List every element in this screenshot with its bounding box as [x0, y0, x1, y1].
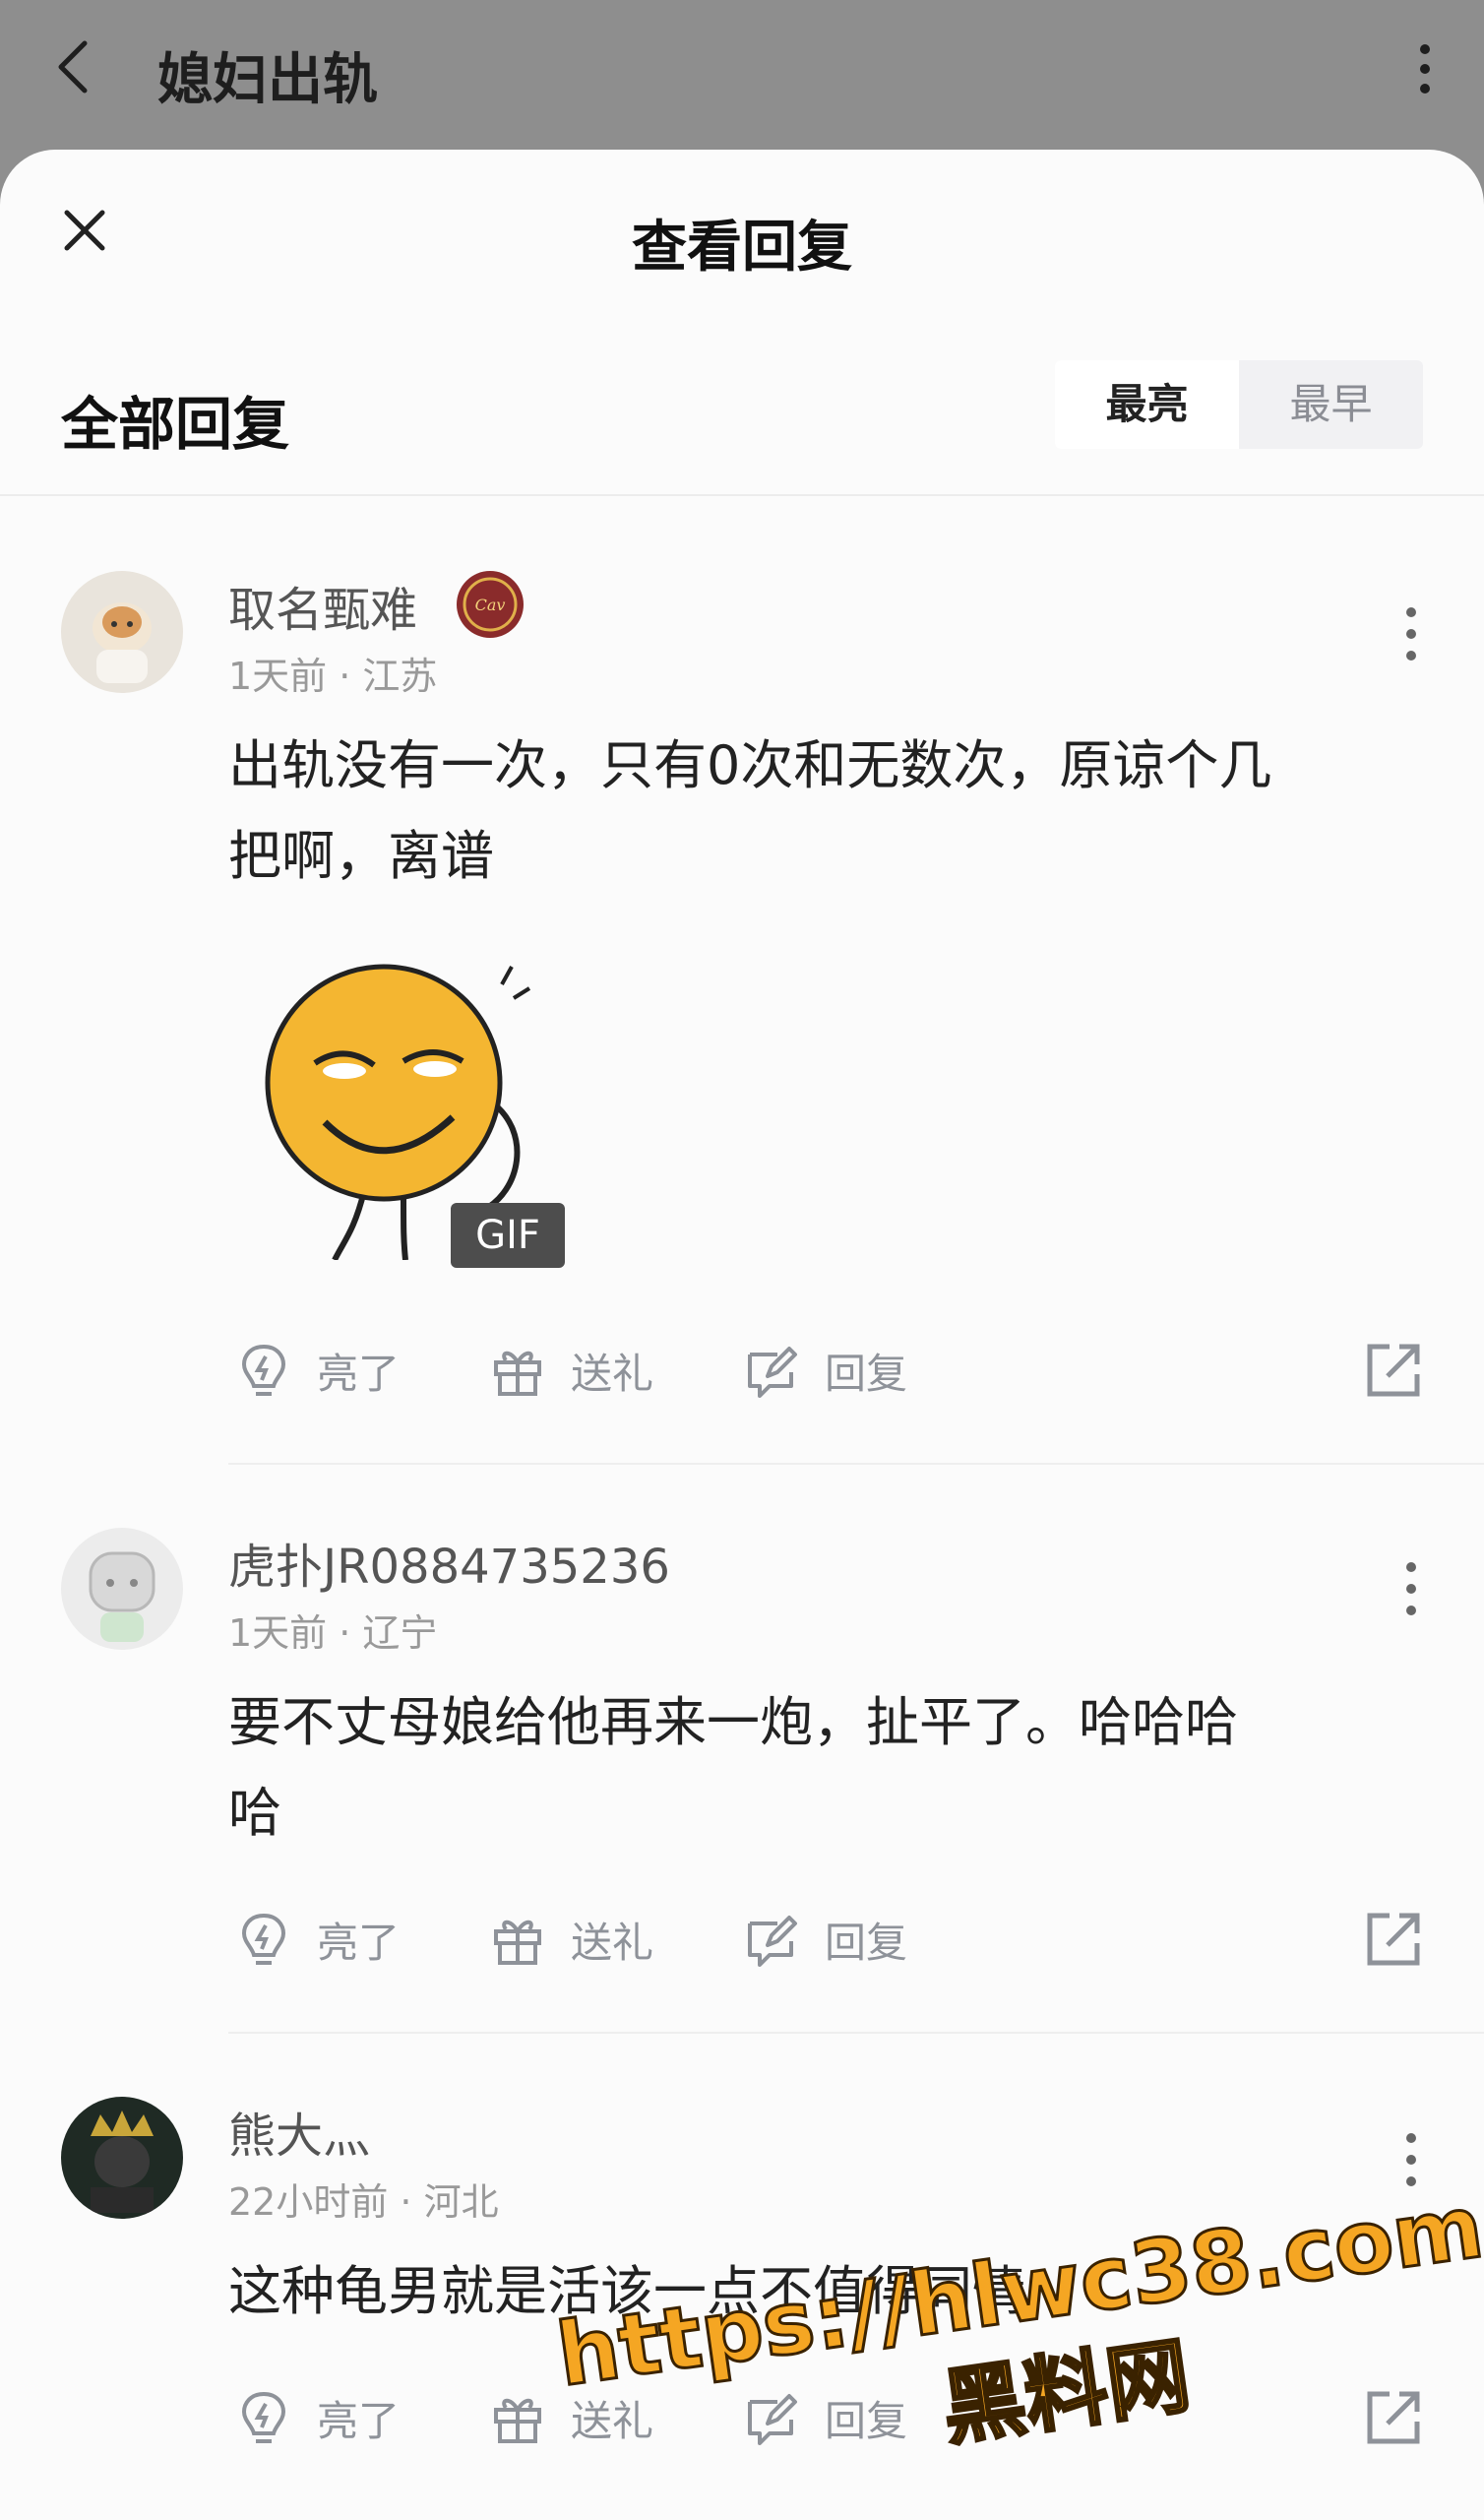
thread-title: 媳妇出轨 [157, 48, 378, 112]
comment-text-line: 要不丈母娘给他再来一炮，扯平了。哈哈哈 [228, 1691, 1238, 1753]
comment-text-line: 把啊，离谱 [228, 825, 494, 887]
comment-divider [228, 2032, 1484, 2034]
bulb-icon [241, 1913, 286, 1965]
more-vertical-icon[interactable] [1401, 1559, 1421, 1618]
comment-text-line: 出轨没有一次，只有0次和无数次，原谅个几 [228, 734, 1272, 796]
comment-meta: 1天前 · 辽宁 [228, 1611, 438, 1655]
reply-label: 回复 [825, 1349, 908, 1398]
comment-actions: 亮了 送礼 回复 [228, 1900, 1425, 1979]
comment-meta: 1天前 · 江苏 [228, 655, 438, 698]
gift-icon [494, 1920, 541, 1965]
svg-text:Cav: Cav [475, 596, 506, 614]
reply-button[interactable]: 回复 [742, 1331, 907, 1410]
gift-button[interactable]: 送礼 [488, 1900, 653, 1979]
avatar[interactable] [61, 2097, 183, 2219]
section-title: 全部回复 [61, 391, 290, 458]
sheet-header: 查看回复 [0, 150, 1484, 346]
gift-label: 送礼 [571, 1349, 654, 1398]
more-vertical-icon[interactable] [1413, 41, 1437, 96]
gift-icon [494, 2398, 541, 2443]
like-button[interactable]: 亮了 [234, 2378, 400, 2457]
bulb-icon [241, 2391, 286, 2443]
comment-meta: 22小时前 · 河北 [228, 2180, 499, 2224]
like-label: 亮了 [317, 2396, 401, 2445]
comment-actions: 亮了 送礼 回复 [228, 1331, 1425, 1410]
reply-label: 回复 [825, 1918, 908, 1967]
divider [0, 494, 1484, 496]
comment-text-line: 哈 [228, 1782, 281, 1844]
like-label: 亮了 [317, 1349, 401, 1398]
gift-icon [494, 1351, 541, 1396]
like-button[interactable]: 亮了 [234, 1900, 400, 1979]
share-icon[interactable] [1362, 1339, 1425, 1402]
edit-reply-icon [748, 1347, 797, 1398]
username[interactable]: 取名甄难 [228, 571, 417, 640]
top-navigation-bar: 媳妇出轨 [0, 0, 1484, 150]
sort-option-brightest[interactable]: 最亮 [1055, 360, 1239, 449]
username[interactable]: 虎扑JR0884735236 [228, 1528, 670, 1597]
back-arrow-icon[interactable] [51, 37, 94, 96]
sort-toggle: 最亮 最早 [1055, 360, 1423, 449]
gift-label: 送礼 [571, 1918, 654, 1967]
team-badge-icon: Cav [457, 571, 524, 638]
sort-option-earliest[interactable]: 最早 [1239, 360, 1423, 449]
more-vertical-icon[interactable] [1401, 2130, 1421, 2189]
share-icon[interactable] [1362, 1908, 1425, 1971]
gift-button[interactable]: 送礼 [488, 1331, 653, 1410]
comment-text: 要不丈母娘给他再来一炮，扯平了。哈哈哈 哈 [228, 1677, 1429, 1858]
replies-sheet: 查看回复 全部回复 最亮 最早 取名甄难 Cav 1天前 · 江苏 出轨没有一次… [0, 150, 1484, 2520]
more-vertical-icon[interactable] [1401, 604, 1421, 663]
reply-button[interactable]: 回复 [742, 1900, 907, 1979]
comment-text: 出轨没有一次，只有0次和无数次，原谅个几 把啊，离谱 [228, 721, 1429, 902]
like-label: 亮了 [317, 1918, 401, 1967]
watermark: https://hlwc38.com 黑料网 [550, 2174, 1484, 2514]
avatar[interactable] [61, 571, 183, 693]
gif-badge: GIF [451, 1203, 565, 1268]
bulb-icon [241, 1344, 286, 1396]
avatar[interactable] [61, 1528, 183, 1650]
sheet-title: 查看回复 [632, 216, 852, 280]
comment-divider [228, 1463, 1484, 1465]
like-button[interactable]: 亮了 [234, 1331, 400, 1410]
edit-reply-icon [748, 1916, 797, 1967]
username[interactable]: 熊大灬 [228, 2097, 370, 2166]
